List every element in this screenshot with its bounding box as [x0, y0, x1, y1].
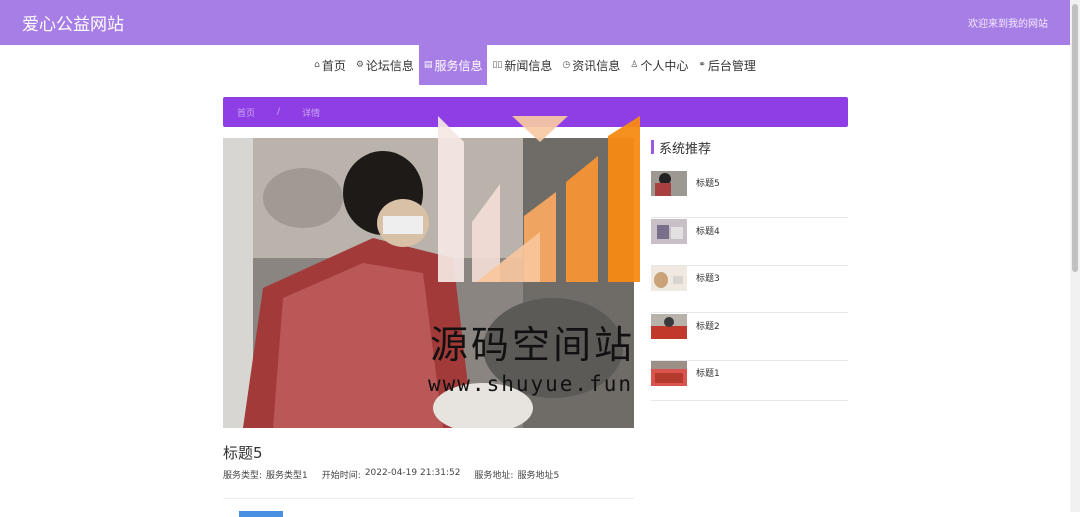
nav-label: 新闻信息	[504, 58, 553, 73]
user-icon: ♙	[630, 60, 639, 70]
nav-item-user-center[interactable]: ♙ 个人中心	[625, 45, 693, 85]
recommend-label: 标题4	[696, 227, 720, 237]
recommend-label: 标题5	[696, 179, 720, 189]
nav-label: 首页	[321, 58, 346, 73]
breadcrumb: 首页 / 详情	[223, 97, 848, 127]
scrollbar[interactable]	[1070, 0, 1080, 512]
service-type-value: 服务类型1	[266, 471, 308, 481]
site-title[interactable]: 爱心公益网站	[22, 10, 124, 35]
nav-item-service[interactable]: ▤ 服务信息	[418, 45, 488, 85]
nav-item-news[interactable]: ▯▯ 新闻信息	[487, 45, 557, 85]
nav-label: 资讯信息	[572, 58, 621, 73]
title-accent-bar	[651, 140, 654, 154]
info-icon: ◷	[562, 60, 571, 70]
content-card	[223, 498, 634, 517]
recommend-item[interactable]: 标题1	[651, 361, 848, 401]
nav-label: 后台管理	[707, 58, 756, 73]
service-icon: ▤	[423, 60, 433, 70]
start-time-label: 开始时间:	[321, 471, 361, 481]
recommend-label: 标题1	[696, 369, 720, 379]
recommend-item[interactable]: 标题4	[651, 219, 848, 266]
scrollbar-thumb[interactable]	[1072, 4, 1078, 272]
sidebar-title-text: 系统推荐	[659, 141, 712, 157]
recommend-thumbnail	[651, 266, 687, 291]
nav-label: 服务信息	[434, 58, 483, 73]
breadcrumb-separator: /	[277, 107, 281, 117]
nav-item-home[interactable]: ⌂ 首页	[309, 45, 351, 85]
watermark-text: 源码空间站	[430, 323, 636, 367]
recommend-item[interactable]: 标题2	[651, 314, 848, 361]
link-icon: ⚭	[698, 60, 706, 70]
recommend-thumbnail	[651, 361, 687, 386]
recommend-label: 标题3	[696, 274, 720, 284]
recommend-thumbnail	[651, 171, 687, 196]
nav-label: 个人中心	[640, 58, 689, 73]
top-header: 爱心公益网站 欢迎来到我的网站	[0, 0, 1070, 45]
nav-item-forum[interactable]: ⚙ 论坛信息	[351, 45, 419, 85]
forum-icon: ⚙	[355, 60, 364, 70]
service-type-label: 服务类型:	[223, 471, 263, 481]
sidebar-title: 系统推荐	[651, 139, 712, 157]
recommend-item[interactable]: 标题3	[651, 266, 848, 313]
breadcrumb-home[interactable]: 首页	[237, 106, 255, 119]
recommend-item[interactable]: 标题5	[651, 171, 848, 218]
nav-label: 论坛信息	[365, 58, 414, 73]
address-value: 服务地址5	[517, 471, 560, 481]
address-label: 服务地址:	[474, 471, 514, 481]
detail-title: 标题5	[223, 444, 263, 462]
news-icon: ▯▯	[492, 60, 503, 70]
welcome-text: 欢迎来到我的网站	[968, 19, 1048, 30]
breadcrumb-current: 详情	[302, 108, 321, 119]
detail-meta: 服务类型: 服务类型1 开始时间: 2022-04-19 21:31:52 服务…	[223, 468, 559, 481]
main-nav: ⌂ 首页 ⚙ 论坛信息 ▤ 服务信息 ▯▯ 新闻信息 ◷ 资讯信息 ♙ 个人中心 ⚭ 后台管理	[0, 45, 1070, 85]
start-time-value: 2022-04-19 21:31:52	[364, 468, 461, 478]
recommend-thumbnail	[651, 219, 687, 244]
nav-item-admin[interactable]: ⚭ 后台管理	[693, 45, 761, 85]
recommend-label: 标题2	[696, 322, 720, 332]
home-icon: ⌂	[314, 60, 320, 70]
nav-item-info[interactable]: ◷ 资讯信息	[557, 45, 625, 85]
watermark-url: www.shuyue.fun	[428, 372, 634, 396]
recommend-thumbnail	[651, 314, 687, 339]
